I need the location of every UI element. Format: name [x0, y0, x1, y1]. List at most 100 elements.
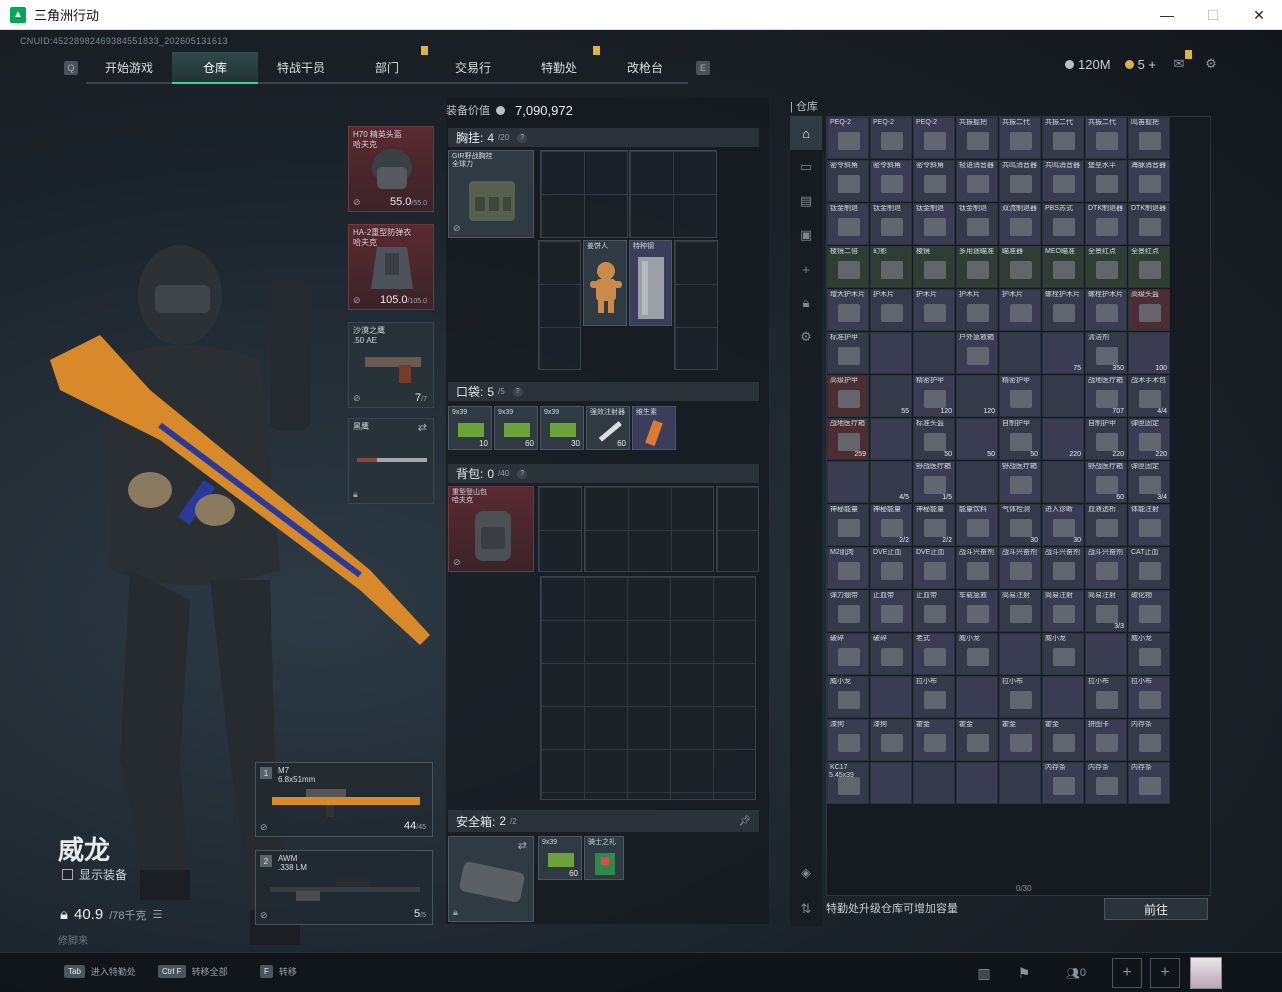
warehouse-cell[interactable]: 内存条: [1085, 762, 1127, 804]
warehouse-cell[interactable]: 瞄准器: [999, 246, 1041, 288]
backpack-grid[interactable]: [540, 576, 756, 800]
warehouse-cell[interactable]: 100: [1128, 332, 1170, 374]
money-display[interactable]: 120M: [1065, 57, 1111, 72]
warehouse-cell[interactable]: 破碎: [870, 633, 912, 675]
warehouse-cell[interactable]: CAT止血: [1128, 547, 1170, 589]
pin-icon[interactable]: 📌︎: [738, 816, 751, 827]
warehouse-cell[interactable]: 野战医疗箱 60: [1085, 461, 1127, 503]
warehouse-cell[interactable]: 密令斜角: [870, 160, 912, 202]
warehouse-cell[interactable]: 战地医疗箱 707: [1085, 375, 1127, 417]
warehouse-cell[interactable]: [999, 762, 1041, 804]
warehouse-cell[interactable]: 简易注射 3/3: [1085, 590, 1127, 632]
warehouse-cell[interactable]: 护木片: [999, 289, 1041, 331]
swap-icon[interactable]: ⇄: [418, 421, 427, 434]
warehouse-cell[interactable]: 堡垒水平: [1085, 160, 1127, 202]
warehouse-cell[interactable]: 威小龙: [956, 633, 998, 675]
warehouse-cell[interactable]: DTK制退器: [1085, 203, 1127, 245]
warehouse-cell[interactable]: [827, 461, 869, 503]
consumable-category-icon[interactable]: ▣: [790, 218, 822, 252]
warehouse-cell[interactable]: 清洁剂 350: [1085, 332, 1127, 374]
warehouse-cell[interactable]: PEQ-2: [827, 117, 869, 159]
warehouse-cell[interactable]: PBS苏式: [1042, 203, 1084, 245]
hint-transfer-all[interactable]: Ctrl F 转移全部: [158, 965, 228, 978]
warehouse-cell[interactable]: 拼图卡: [1085, 719, 1127, 761]
warehouse-cell[interactable]: 共振握把: [956, 117, 998, 159]
pocket-item[interactable]: 强效注射器 60: [586, 406, 630, 450]
mail-icon[interactable]: ✉: [1170, 50, 1192, 72]
pocket-item[interactable]: 9x39 30: [540, 406, 584, 450]
warehouse-cell[interactable]: 神秘能量 2/2: [913, 504, 955, 546]
invite-slot-1[interactable]: +: [1112, 958, 1142, 988]
warehouse-cell[interactable]: [1085, 633, 1127, 675]
warehouse-cell[interactable]: 增大护木片: [827, 289, 869, 331]
tab-gunsmith[interactable]: 改枪台: [602, 52, 688, 84]
warehouse-cell[interactable]: 车载急救: [956, 590, 998, 632]
stats-chart-icon[interactable]: ▥: [972, 961, 996, 985]
warehouse-cell[interactable]: 漆狗: [870, 719, 912, 761]
tab-start-game[interactable]: 开始游戏: [86, 52, 172, 84]
warehouse-cell[interactable]: [870, 762, 912, 804]
warehouse-cell[interactable]: 能量饮料: [956, 504, 998, 546]
tab-warehouse[interactable]: 仓库: [172, 52, 258, 84]
warehouse-cell[interactable]: [870, 676, 912, 718]
invite-slot-2[interactable]: +: [1150, 958, 1180, 988]
chest-item-gingerbread[interactable]: 姜饼人: [583, 240, 627, 326]
chest-grid[interactable]: [629, 150, 717, 238]
nav-next-key[interactable]: E: [696, 61, 710, 75]
warehouse-cell[interactable]: 幻影: [870, 246, 912, 288]
warehouse-cell[interactable]: 内存条: [1128, 719, 1170, 761]
backpack-grid[interactable]: [538, 486, 582, 572]
transfer-icon[interactable]: ⇅: [790, 892, 822, 926]
warehouse-cell[interactable]: 海豚消音器: [1128, 160, 1170, 202]
warehouse-cell[interactable]: 战地医疗箱 259: [827, 418, 869, 460]
warehouse-cell[interactable]: 护木片: [956, 289, 998, 331]
warehouse-cell[interactable]: [913, 332, 955, 374]
warehouse-all-icon[interactable]: ⌂: [790, 116, 822, 150]
warehouse-cell[interactable]: 简易注射: [1042, 590, 1084, 632]
warehouse-cell[interactable]: 止血带: [913, 590, 955, 632]
warehouse-cell[interactable]: 霍金: [1042, 719, 1084, 761]
warehouse-cell[interactable]: 拉小布: [999, 676, 1041, 718]
warehouse-cell[interactable]: 漆狗: [827, 719, 869, 761]
warehouse-cell[interactable]: [870, 418, 912, 460]
hint-transfer[interactable]: F 转移: [260, 965, 297, 978]
warehouse-cell[interactable]: 双流制退器: [999, 203, 1041, 245]
warehouse-cell[interactable]: M2肌肉: [827, 547, 869, 589]
warehouse-cell[interactable]: 血液透析: [1085, 504, 1127, 546]
warehouse-cell[interactable]: KC17: [827, 762, 869, 804]
chest-grid[interactable]: [538, 240, 581, 370]
warehouse-cell[interactable]: 高级护甲: [827, 375, 869, 417]
flag-icon[interactable]: ⚑: [1012, 961, 1036, 985]
secondary-weapon-slot[interactable]: 2 AWM .338 LM ⊘ 5/5: [255, 850, 433, 925]
warehouse-cell[interactable]: DTK制退器: [1128, 203, 1170, 245]
maximize-button[interactable]: ☐: [1190, 0, 1236, 30]
warehouse-cell[interactable]: 全景红点: [1128, 246, 1170, 288]
chest-item-steel[interactable]: 特种钢: [629, 240, 672, 326]
go-button[interactable]: 前往: [1104, 898, 1208, 920]
warehouse-cell[interactable]: 自制护甲 220: [1085, 418, 1127, 460]
warehouse-cell[interactable]: 神秘能量 2/2: [870, 504, 912, 546]
melee-slot[interactable]: 黑鹰 ⇄ 🔒︎: [348, 418, 434, 504]
warehouse-cell[interactable]: 内存条: [1042, 762, 1084, 804]
warehouse-cell[interactable]: 战斗兴奋剂: [956, 547, 998, 589]
warehouse-cell[interactable]: 自制护甲 50: [999, 418, 1041, 460]
armor-slot[interactable]: HA-2重型防弹衣 哈夫克 ⊘ 105.0/105.0: [348, 224, 434, 310]
warehouse-cell[interactable]: 50: [956, 418, 998, 460]
warehouse-cell[interactable]: 内存条: [1128, 762, 1170, 804]
warehouse-cell[interactable]: [1042, 461, 1084, 503]
warehouse-cell[interactable]: [956, 762, 998, 804]
warehouse-cell[interactable]: 战斗兴奋剂: [1042, 547, 1084, 589]
warehouse-cell[interactable]: 钛金制退: [956, 203, 998, 245]
warehouse-cell[interactable]: 威小龙: [1128, 633, 1170, 675]
chest-rig-item[interactable]: GIR野战胸挂 全球力 ⊘: [448, 150, 534, 238]
warehouse-cell[interactable]: 拉小布: [1128, 676, 1170, 718]
warehouse-cell[interactable]: 威小龙: [1042, 633, 1084, 675]
warehouse-cell[interactable]: 威小龙: [827, 676, 869, 718]
warehouse-cell[interactable]: 弹匣固定 220: [1128, 418, 1170, 460]
warehouse-cell[interactable]: 标准护甲: [827, 332, 869, 374]
warehouse-cell[interactable]: 密令斜角: [827, 160, 869, 202]
backpack-grid[interactable]: [584, 486, 714, 572]
warehouse-cell[interactable]: 多用途瞄准: [956, 246, 998, 288]
warehouse-cell[interactable]: 弹匣固定 3/4: [1128, 461, 1170, 503]
close-button[interactable]: ✕: [1236, 0, 1282, 30]
